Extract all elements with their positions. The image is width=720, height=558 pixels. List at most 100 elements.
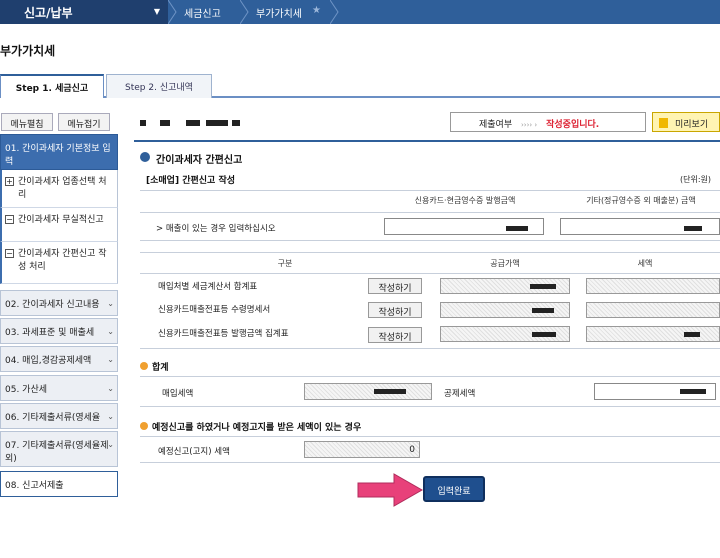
bullet-icon	[140, 362, 148, 370]
document-icon	[659, 118, 668, 128]
table-border	[140, 240, 720, 241]
redacted-text	[140, 120, 146, 126]
table-border	[140, 436, 720, 437]
table-border	[140, 190, 720, 191]
step-tabs: Step 1. 세금신고 Step 2. 신고내역	[0, 74, 720, 98]
sidebar-item-04[interactable]: 04. 매입,경감공제세액 ⌄	[0, 346, 118, 372]
redacted-text	[206, 120, 228, 126]
chevron-down-icon: ⌄	[107, 299, 114, 308]
redacted-text	[160, 120, 170, 126]
sidebar-item-label: 02. 간이과세자 신고내용	[5, 300, 100, 310]
column-tax: 세액	[637, 259, 653, 268]
breadcrumb-separator-icon	[240, 0, 249, 24]
sidebar-item-06[interactable]: 06. 기타제출서류(영세율 ⌄	[0, 403, 118, 429]
tab-step1[interactable]: Step 1. 세금신고	[0, 74, 104, 98]
preview-button[interactable]: 미리보기	[652, 112, 720, 132]
arrow-circle-icon	[140, 152, 150, 162]
sidebar-item-02[interactable]: 02. 간이과세자 신고내용 ⌄	[0, 290, 118, 316]
sidebar-item-05[interactable]: 05. 가산세 ⌄	[0, 375, 118, 401]
redacted-text	[186, 120, 200, 126]
redacted-value	[532, 332, 556, 337]
chevron-down-icon: ⌄	[107, 440, 114, 449]
minus-icon: −	[5, 215, 14, 224]
sidebar-item-label: 03. 과세표준 및 매출세	[5, 328, 95, 338]
sidebar-item-basic-info[interactable]: 01. 간이과세자 기본정보 입력	[0, 134, 118, 170]
row-card-receipt: 신용카드매출전표등 수령명세서	[158, 305, 271, 315]
preview-label: 미리보기	[675, 120, 709, 130]
menu-expand-button[interactable]: 메뉴펼침	[1, 113, 53, 131]
breadcrumb-separator-icon	[330, 0, 339, 24]
sidebar-item-label: 06. 기타제출서류(영세율	[5, 413, 101, 423]
table-border	[140, 252, 720, 253]
sidebar-sub-business-type[interactable]: + 간이과세자 업종선택 처리	[0, 170, 118, 208]
sidebar-item-08[interactable]: 08. 신고서제출	[0, 471, 118, 497]
sidebar-sub-label: 간이과세자 간편신고 작성 처리	[18, 249, 107, 272]
purchase-tax-field	[304, 383, 432, 400]
sidebar-item-label: 04. 매입,경감공제세액	[5, 356, 92, 366]
write-button-row2[interactable]: 작성하기	[368, 302, 422, 318]
menu-collapse-button[interactable]: 메뉴접기	[58, 113, 110, 131]
chevron-down-icon: ▼	[153, 7, 160, 16]
breadcrumb-vat[interactable]: 부가가치세	[256, 5, 302, 20]
sidebar-sub-label: 간이과세자 업종선택 처리	[18, 177, 107, 200]
chevron-down-icon: ⌄	[107, 412, 114, 421]
tax-field-row2	[586, 302, 720, 318]
table-border	[140, 212, 720, 213]
chevron-down-icon: ⌄	[107, 355, 114, 364]
deduct-tax-label: 공제세액	[444, 389, 476, 399]
table-border	[140, 273, 720, 274]
redacted-value	[684, 226, 702, 231]
prelim-tax-field: 0	[304, 441, 420, 458]
sidebar-item-03[interactable]: 03. 과세표준 및 매출세 ⌄	[0, 318, 118, 344]
redacted-value	[680, 389, 706, 394]
column-other-amount: 기타(정규영수증 외 매출분) 금액	[586, 196, 696, 205]
table-border	[140, 348, 720, 349]
prelim-title: 예정신고를 하였거나 예정고지를 받은 세액이 있는 경우	[152, 423, 362, 433]
sidebar-item-07[interactable]: 07. 기타제출서류(영세율제외) ⌄	[0, 431, 118, 467]
redacted-text	[232, 120, 240, 126]
sidebar-item-label: 05. 가산세	[5, 385, 48, 395]
table-border	[140, 376, 720, 377]
tax-field-row1	[586, 278, 720, 294]
total-title: 합계	[152, 363, 169, 373]
status-value: 작성중입니다.	[546, 120, 600, 130]
purchase-tax-label: 매입세액	[162, 389, 194, 399]
redacted-value	[532, 308, 554, 313]
submission-status: 제출여부 ›››› › 작성중입니다.	[450, 112, 646, 132]
redacted-value	[530, 284, 556, 289]
chevron-down-icon: ⌄	[107, 384, 114, 393]
minus-icon: −	[5, 249, 14, 258]
redacted-value	[506, 226, 528, 231]
main-menu-dropdown[interactable]: 신고/납부 ▼	[0, 0, 168, 24]
status-arrows: ›››› ›	[521, 121, 538, 129]
tab-step2[interactable]: Step 2. 신고내역	[106, 74, 212, 98]
table-border	[140, 406, 720, 407]
sidebar-sub-label: 간이과세자 무실적신고	[18, 215, 104, 225]
row-purchase-invoice: 매입처별 세금계산서 합계표	[158, 282, 258, 292]
subsection-title-retail: [소매업] 간편신고 작성	[146, 176, 236, 186]
pointer-arrow-icon	[357, 473, 424, 507]
prelim-tax-label: 예정신고(고지) 세액	[158, 447, 230, 457]
write-button-row1[interactable]: 작성하기	[368, 278, 422, 294]
row-card-issued: 신용카드매출전표등 발행금액 집계표	[158, 329, 289, 339]
top-navigation-bar: 신고/납부 ▼ 세금신고 부가가치세 ★	[0, 0, 720, 24]
breadcrumb-tax-report[interactable]: 세금신고	[184, 5, 221, 20]
sidebar-sub-no-activity[interactable]: − 간이과세자 무실적신고	[0, 208, 118, 242]
sidebar-sub-simple-report[interactable]: − 간이과세자 간편신고 작성 처리	[0, 242, 118, 284]
main-form-frame	[134, 140, 720, 460]
sales-row-label: > 매출이 있는 경우 입력하십시오	[156, 224, 276, 234]
redacted-value	[374, 389, 406, 394]
star-icon[interactable]: ★	[312, 5, 321, 16]
plus-icon: +	[5, 177, 14, 186]
chevron-down-icon: ⌄	[107, 327, 114, 336]
column-card-amount: 신용카드·현금영수증 발행금액	[414, 196, 516, 205]
status-label: 제출여부	[479, 120, 513, 130]
main-menu-label: 신고/납부	[24, 6, 73, 20]
page-title: 부가가치세	[0, 44, 56, 58]
submit-button[interactable]: 입력완료	[423, 476, 485, 502]
bullet-icon	[140, 422, 148, 430]
table-border	[140, 462, 720, 463]
write-button-row3[interactable]: 작성하기	[368, 327, 422, 343]
redacted-value	[684, 332, 700, 337]
column-supply-value: 공급가액	[490, 259, 520, 268]
